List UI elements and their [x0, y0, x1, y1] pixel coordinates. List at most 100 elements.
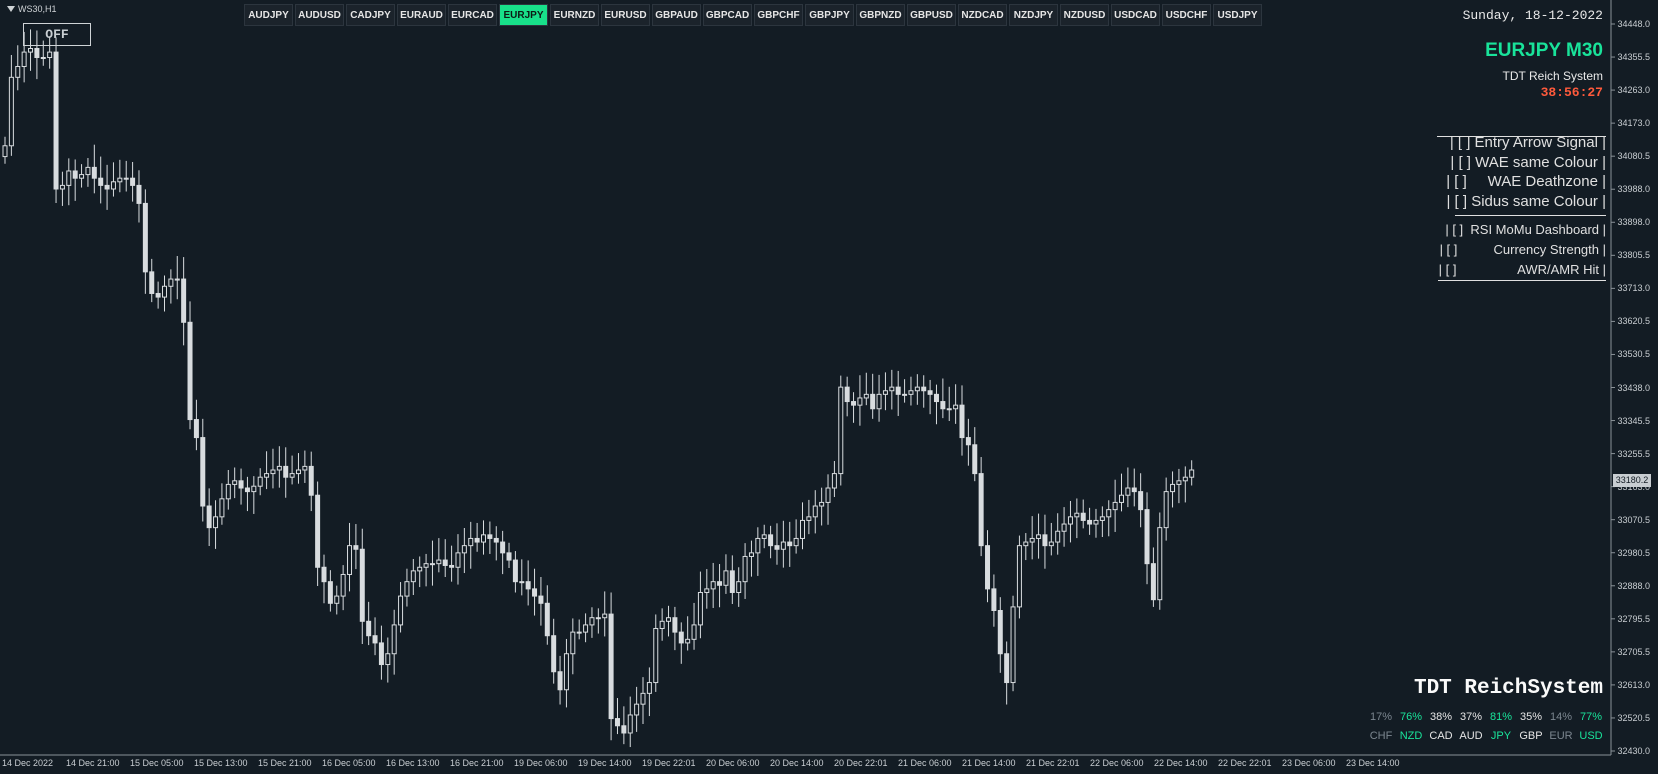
candle-body — [142, 202, 148, 273]
toggle-rsi-momu-dashboard[interactable]: | [ ] RSI MoMu Dashboard | — [1445, 222, 1606, 237]
symbol-button-gbpusd[interactable]: GBPUSD — [907, 4, 956, 26]
toggle-wae-deathzone[interactable]: | [ ] WAE Deathzone | — [1446, 173, 1606, 190]
candle-body — [1131, 487, 1137, 493]
symbol-button-usdcad[interactable]: USDCAD — [1111, 4, 1160, 26]
candle-body — [487, 534, 493, 539]
symbol-button-usdchf[interactable]: USDCHF — [1162, 4, 1211, 26]
symbol-button-nzdusd[interactable]: NZDUSD — [1060, 4, 1109, 26]
x-tick-label: 19 Dec 06:00 — [514, 758, 568, 768]
candle-body — [264, 473, 270, 478]
candle-body — [863, 393, 869, 399]
candle-body — [200, 437, 206, 507]
symbol-button-euraud[interactable]: EURAUD — [397, 4, 446, 26]
candle-body — [646, 682, 652, 694]
off-button[interactable]: OFF — [23, 23, 91, 46]
candle-body — [882, 390, 888, 395]
x-tick-label: 14 Dec 21:00 — [66, 758, 120, 768]
y-tick-label: 33530.5 — [1617, 349, 1650, 360]
candle-body — [691, 624, 697, 640]
candle-body — [378, 642, 384, 666]
price-chart[interactable] — [0, 0, 1658, 774]
symbol-button-nzdjpy[interactable]: NZDJPY — [1009, 4, 1058, 26]
y-tick-label: 33805.5 — [1617, 250, 1650, 261]
y-tick-label: 33898.0 — [1617, 217, 1650, 228]
symbol-button-eurnzd[interactable]: EURNZD — [550, 4, 599, 26]
symbol-button-nzdcad[interactable]: NZDCAD — [958, 4, 1007, 26]
x-tick-label: 14 Dec 2022 — [2, 758, 54, 768]
candle-body — [1016, 545, 1022, 608]
symbol-button-eurjpy[interactable]: EURJPY — [499, 4, 548, 26]
candle-body — [793, 537, 799, 547]
candle-body — [544, 602, 550, 637]
candle-body — [933, 393, 939, 403]
candle-body — [742, 555, 748, 583]
candle-body — [85, 166, 91, 176]
candle-body — [327, 581, 333, 604]
strength-code-cad: CAD — [1429, 730, 1453, 742]
candle-body — [59, 184, 65, 190]
strength-pct-chf: 17% — [1369, 711, 1393, 723]
candle-body — [136, 184, 142, 204]
y-tick-label: 34263.0 — [1617, 85, 1650, 96]
candle-body — [34, 47, 40, 59]
candle-body — [340, 573, 346, 597]
toggle-sidus-same-colour[interactable]: | [ ] Sidus same Colour | — [1446, 193, 1606, 210]
candle-body — [851, 401, 857, 406]
candle-body — [1119, 494, 1124, 503]
symbol-button-usdjpy[interactable]: USDJPY — [1213, 4, 1262, 26]
candle-body — [985, 545, 991, 590]
symbol-button-gbpnzd[interactable]: GBPNZD — [856, 4, 905, 26]
candle-body — [372, 635, 378, 644]
symbol-button-gbpcad[interactable]: GBPCAD — [703, 4, 752, 26]
pair-title: EURJPY M30 — [1485, 40, 1603, 61]
candle-body — [831, 473, 837, 489]
symbol-button-cadjpy[interactable]: CADJPY — [346, 4, 395, 26]
x-tick-label: 21 Dec 22:01 — [1026, 758, 1080, 768]
symbol-button-audjpy[interactable]: AUDJPY — [244, 4, 293, 26]
chart-frame — [0, 0, 1615, 756]
candle-body — [436, 559, 442, 565]
symbol-button-audusd[interactable]: AUDUSD — [295, 4, 344, 26]
candle-body — [1042, 534, 1048, 547]
symbol-button-eurusd[interactable]: EURUSD — [601, 4, 650, 26]
candle-body — [525, 581, 531, 590]
candle-body — [1004, 653, 1010, 684]
candle-body — [1176, 480, 1182, 485]
candle-body — [576, 631, 582, 634]
candle-body — [666, 617, 672, 622]
symbol-button-gbpaud[interactable]: GBPAUD — [652, 4, 701, 26]
candle-body — [423, 563, 429, 568]
candle-body — [193, 419, 199, 439]
symbol-button-gbpchf[interactable]: GBPCHF — [754, 4, 803, 26]
candle-body — [213, 516, 219, 529]
candle-body — [838, 386, 844, 475]
candle-body — [608, 613, 614, 720]
candle-body — [806, 516, 812, 521]
toggle-awr-amr-hit[interactable]: | [ ] AWR/AMR Hit | — [1439, 262, 1606, 277]
candle-body — [780, 541, 786, 550]
candle-body — [181, 278, 187, 323]
candle-body — [1087, 519, 1093, 525]
candle-body — [1093, 519, 1099, 525]
candle-body — [404, 581, 410, 597]
candle-body — [710, 581, 716, 590]
candle-body — [627, 714, 633, 734]
strength-pct-jpy: 81% — [1489, 711, 1513, 723]
candle-body — [519, 581, 525, 584]
candle-body — [162, 285, 167, 298]
window-title[interactable]: WS30,H1 — [7, 4, 57, 14]
toggle-currency-strength[interactable]: | [ ] Currency Strength | — [1440, 242, 1606, 257]
toggle-entry-arrow-signal[interactable]: | [ ] Entry Arrow Signal | — [1450, 134, 1606, 151]
toggle-wae-same-colour[interactable]: | [ ] WAE same Colour | — [1450, 154, 1606, 171]
candle-body — [589, 617, 595, 626]
strength-code-gbp: GBP — [1519, 730, 1543, 742]
candle-body — [1144, 509, 1150, 565]
candle-body — [844, 386, 850, 403]
symbol-button-eurcad[interactable]: EURCAD — [448, 4, 497, 26]
strength-pct-gbp: 35% — [1519, 711, 1543, 723]
candle-body — [289, 473, 295, 478]
candle-body — [72, 170, 78, 179]
symbol-button-gbpjpy[interactable]: GBPJPY — [805, 4, 854, 26]
x-tick-label: 21 Dec 06:00 — [898, 758, 952, 768]
strength-pct-cad: 38% — [1429, 711, 1453, 723]
